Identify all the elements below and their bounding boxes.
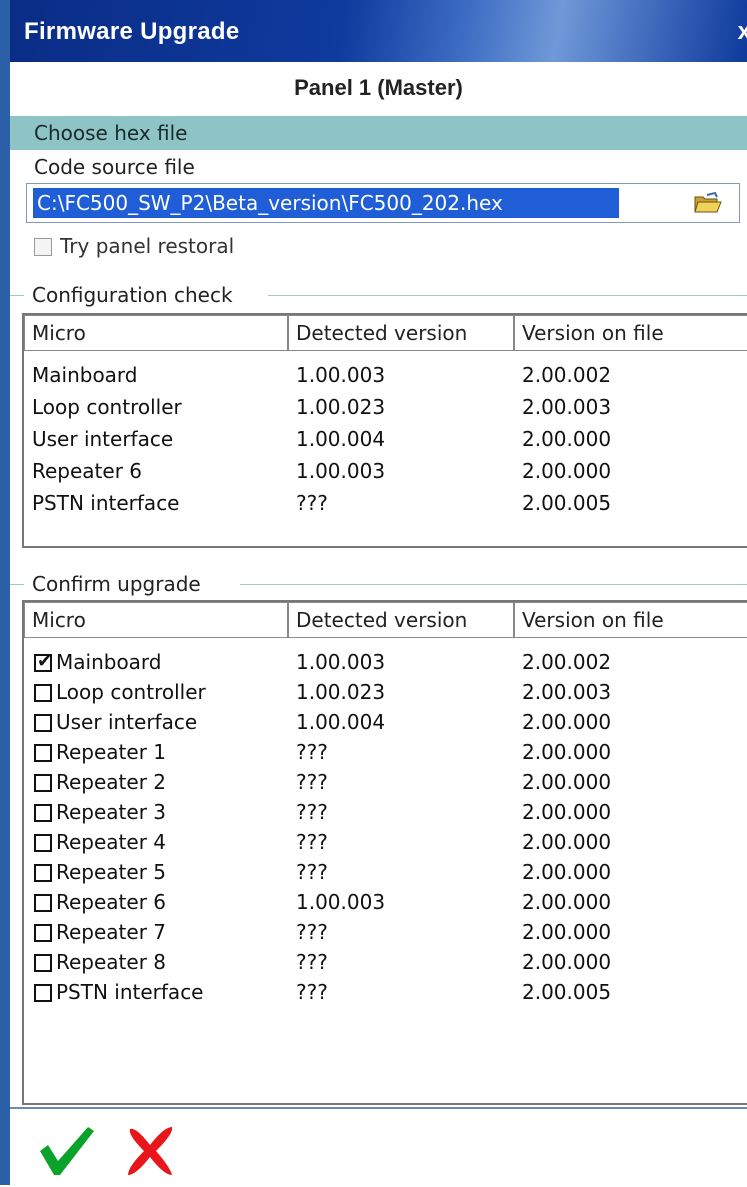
row-detected-version: ??? [296,920,328,944]
upgrade-checkbox[interactable] [34,774,52,792]
row-detected-version: ??? [296,491,328,515]
upgrade-checkbox[interactable]: ✔ [34,651,53,672]
panel-title: Panel 1 (Master) [294,75,463,100]
choose-hex-section-header: Choose hex file [10,116,747,150]
row-detected-version: 1.00.004 [296,710,386,734]
row-detected-version: ??? [296,770,328,794]
column-header-detected-version[interactable]: Detected version [288,602,514,638]
code-source-label: Code source file [34,155,195,179]
row-detected-version: ??? [296,740,328,764]
row-detected-version: 1.00.023 [296,395,386,419]
panel-header: Panel 1 (Master) [10,62,747,117]
row-version-on-file: 2.00.005 [522,980,612,1004]
row-detected-version: ??? [296,950,328,974]
window-left-border [0,0,10,1185]
code-source-file-input[interactable]: C:\FC500_SW_P2\Beta_version\FC500_202.he… [26,183,740,223]
group-border-right [240,584,747,585]
upgrade-checkbox[interactable] [34,984,52,1002]
code-source-path[interactable]: C:\FC500_SW_P2\Beta_version\FC500_202.he… [37,191,503,215]
upgrade-checkbox[interactable] [34,864,52,882]
action-bar [10,1107,747,1187]
row-version-on-file: 2.00.000 [522,830,612,854]
checkmark-icon: ✔ [37,651,53,672]
row-detected-version: ??? [296,830,328,854]
upgrade-checkbox[interactable] [34,684,52,702]
row-micro: Repeater 6 [32,459,143,483]
upgrade-checkbox[interactable] [34,894,52,912]
row-version-on-file: 2.00.000 [522,770,612,794]
row-micro: Repeater 4 [56,830,167,854]
window-title: Firmware Upgrade [24,18,240,45]
cancel-button[interactable] [120,1121,180,1179]
close-button[interactable]: x [738,18,747,46]
group-border-left [10,295,24,296]
row-micro: Repeater 2 [56,770,167,794]
configuration-check-title: Configuration check [28,283,237,307]
row-detected-version: 1.00.003 [296,459,386,483]
row-version-on-file: 2.00.002 [522,363,612,387]
row-micro: PSTN interface [56,980,204,1004]
configuration-check-table: Micro Detected version Version on file M… [22,313,747,548]
folder-open-icon[interactable] [693,191,723,215]
choose-hex-label: Choose hex file [34,121,188,145]
row-version-on-file: 2.00.000 [522,427,612,451]
upgrade-checkbox[interactable] [34,834,52,852]
title-bar[interactable]: Firmware Upgrade x [10,0,747,62]
row-version-on-file: 2.00.003 [522,680,612,704]
row-micro: Loop controller [56,680,206,704]
firmware-upgrade-dialog: Firmware Upgrade x Panel 1 (Master) Choo… [0,0,747,1187]
row-micro: User interface [56,710,198,734]
row-micro: Mainboard [56,650,162,674]
row-detected-version: 1.00.003 [296,890,386,914]
confirm-upgrade-table: Micro Detected version Version on file ✔… [22,600,747,1105]
group-border-right [268,295,747,296]
column-header-detected-version[interactable]: Detected version [288,315,514,351]
row-version-on-file: 2.00.000 [522,459,612,483]
checkmark-icon [40,1127,94,1175]
row-version-on-file: 2.00.002 [522,650,612,674]
row-detected-version: 1.00.003 [296,650,386,674]
upgrade-checkbox[interactable] [34,804,52,822]
row-micro: Repeater 8 [56,950,167,974]
row-micro: Repeater 7 [56,920,167,944]
row-version-on-file: 2.00.003 [522,395,612,419]
row-detected-version: ??? [296,860,328,884]
row-micro: PSTN interface [32,491,180,515]
group-border-left [10,584,24,585]
column-header-version-on-file[interactable]: Version on file [514,602,747,638]
row-detected-version: 1.00.003 [296,363,386,387]
row-micro: Repeater 3 [56,800,167,824]
upgrade-checkbox[interactable] [34,924,52,942]
upgrade-checkbox[interactable] [34,954,52,972]
row-micro: Loop controller [32,395,182,419]
row-version-on-file: 2.00.005 [522,491,612,515]
row-version-on-file: 2.00.000 [522,740,612,764]
row-version-on-file: 2.00.000 [522,710,612,734]
row-micro: Mainboard [32,363,138,387]
row-version-on-file: 2.00.000 [522,890,612,914]
row-micro: Repeater 5 [56,860,167,884]
row-detected-version: 1.00.023 [296,680,386,704]
cross-icon [128,1127,173,1175]
try-panel-restoral-label: Try panel restoral [60,234,235,258]
column-header-version-on-file[interactable]: Version on file [514,315,747,351]
upgrade-checkbox[interactable] [34,714,52,732]
row-micro: Repeater 6 [56,890,167,914]
row-version-on-file: 2.00.000 [522,920,612,944]
column-header-micro[interactable]: Micro [24,315,288,351]
column-header-micro[interactable]: Micro [24,602,288,638]
try-panel-restoral-checkbox[interactable] [34,238,52,256]
row-version-on-file: 2.00.000 [522,860,612,884]
ok-button[interactable] [36,1121,96,1179]
row-detected-version: 1.00.004 [296,427,386,451]
row-version-on-file: 2.00.000 [522,950,612,974]
row-micro: Repeater 1 [56,740,167,764]
row-micro: User interface [32,427,174,451]
row-detected-version: ??? [296,980,328,1004]
confirm-upgrade-title: Confirm upgrade [28,572,205,596]
row-version-on-file: 2.00.000 [522,800,612,824]
row-detected-version: ??? [296,800,328,824]
upgrade-checkbox[interactable] [34,744,52,762]
